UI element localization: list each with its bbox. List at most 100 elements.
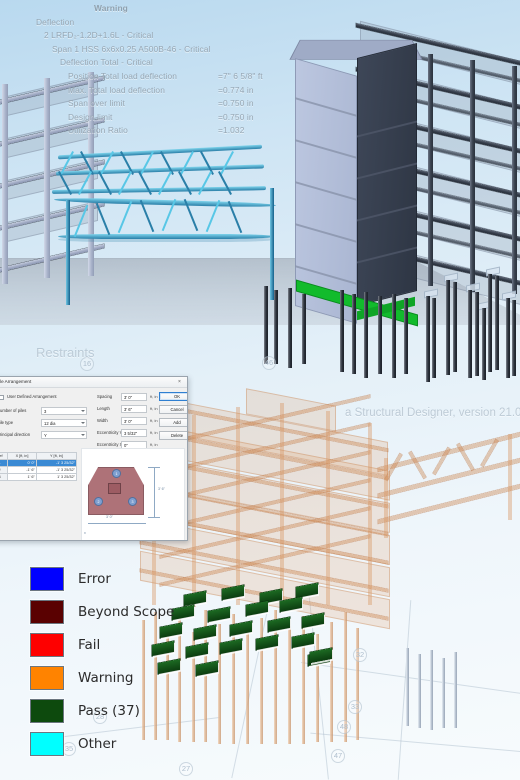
chevron-down-icon[interactable] <box>81 434 85 436</box>
legend-swatch-beyond-scope <box>30 600 64 624</box>
eccentricity-x-label: Eccentricity X <box>97 442 123 447</box>
pass-pile-caps <box>152 582 340 685</box>
dimension-tick <box>148 467 160 468</box>
warning-row-label: Utilization Ratio <box>68 125 128 136</box>
warning-row-label: Max. Total load deflection <box>68 84 165 95</box>
legend-label-pass: Pass (37) <box>78 703 140 719</box>
watermark-restraints: Restraints <box>36 345 95 360</box>
grid-bubble: 27 <box>179 762 193 776</box>
legend-swatch-warning <box>30 666 64 690</box>
pile-type-label: Pile type <box>0 420 14 425</box>
width-unit: ft, in <box>150 418 158 423</box>
legend-label-fail: Fail <box>78 637 101 653</box>
legend-swatch-pass <box>30 699 64 723</box>
results-legend: Error Beyond Scope Fail Warning Pass (37… <box>30 566 174 764</box>
cancel-button[interactable]: Cancel <box>159 405 187 414</box>
table-row[interactable]: 2 -1' 6" -1' 3 25/32" <box>0 466 78 474</box>
warning-row-value: =7" 6 5/8" ft <box>218 71 263 82</box>
table-header-row: Ref X [ft, in] Y [ft, in] <box>0 452 78 460</box>
legend-item[interactable]: Other <box>30 731 174 757</box>
pile-marker[interactable]: 3 <box>128 497 137 506</box>
chevron-down-icon[interactable] <box>81 410 85 412</box>
pile-group-under-core <box>336 290 416 400</box>
width-label: Width <box>97 418 108 423</box>
warning-combination: 2 LRFD₂-1.2D+1.6L - Critical <box>44 30 154 41</box>
spacing-input[interactable]: 3' 0" <box>121 393 147 401</box>
spacing-unit: ft, in <box>150 394 158 399</box>
grid-bubble: 48 <box>337 720 351 734</box>
pile-group-right <box>420 262 520 382</box>
eccentricity-y-label: Eccentricity Y <box>97 430 123 435</box>
legend-swatch-fail <box>30 633 64 657</box>
model-truss-canopy[interactable] <box>40 138 320 308</box>
dialog-title-bar[interactable]: Pile Arrangement × <box>0 377 187 388</box>
ok-button[interactable]: OK <box>159 392 187 401</box>
pile-marker[interactable]: 1 <box>112 469 121 478</box>
warning-heading: Deflection <box>36 16 75 27</box>
legend-label-error: Error <box>78 571 111 587</box>
legend-item[interactable]: Error <box>30 566 174 592</box>
table-row[interactable]: 3 1' 6" 1' 3 25/32" <box>0 473 78 481</box>
pile-shafts-right <box>404 648 460 758</box>
pile-arrangement-dialog[interactable]: Pile Arrangement × User Defined Arrangem… <box>0 376 188 541</box>
warning-row-value: =1.032 <box>218 125 245 136</box>
principal-direction-label: Principal direction <box>0 432 31 437</box>
chevron-down-icon[interactable] <box>81 422 85 424</box>
warning-title: Warning <box>94 3 128 13</box>
table-row[interactable]: 1 0' 0" -1' 3 25/32" <box>0 459 78 467</box>
pile-group-center <box>258 286 318 386</box>
legend-swatch-error <box>30 567 64 591</box>
legend-label-beyond-scope: Beyond Scope <box>78 604 175 620</box>
eccentricity-y-unit: ft, in <box>150 430 158 435</box>
col-ref: Ref <box>0 452 9 460</box>
delete-button[interactable]: Delete <box>159 431 187 440</box>
dimension-vertical-label: 3' 6" <box>158 487 165 491</box>
pile-type-combo[interactable]: 12 dia <box>41 419 87 427</box>
width-input[interactable]: 3' 0" <box>121 417 147 425</box>
axis-label: x <box>84 531 86 535</box>
legend-item[interactable]: Warning <box>30 665 174 691</box>
warning-row-label: Design limit <box>68 111 113 122</box>
dimension-line-h <box>88 523 146 524</box>
grid-bubble: 47 <box>331 749 345 763</box>
legend-label-warning: Warning <box>78 670 134 686</box>
viewport-3d[interactable]: 32334847283527461614 Restraints a Struct… <box>0 0 520 780</box>
warning-row-value: =0.750 in <box>218 98 254 109</box>
principal-direction-combo[interactable]: Y <box>41 431 87 439</box>
warning-panel: Warning Deflection 2 LRFD₂-1.2D+1.6L - C… <box>36 2 296 138</box>
spacing-label: Spacing <box>97 394 113 399</box>
warning-row-label: Position Total load deflection <box>68 71 177 82</box>
column-footprint <box>108 483 121 494</box>
add-button[interactable]: Add <box>159 418 187 427</box>
legend-label-other: Other <box>78 736 117 752</box>
pile-coordinates-table[interactable]: Ref X [ft, in] Y [ft, in] 1 0' 0" -1' 3 … <box>0 452 78 481</box>
dimension-horizontal-label: 3' 0" <box>106 515 113 519</box>
close-icon[interactable]: × <box>176 379 183 386</box>
eccentricity-y-input[interactable]: 3 5/32" <box>121 429 147 437</box>
col-x: X [ft, in] <box>7 452 37 460</box>
model-canopy-orange <box>378 432 520 542</box>
number-of-piles-combo[interactable]: 3 <box>41 407 87 415</box>
user-defined-label: User Defined Arrangement <box>7 394 57 399</box>
grid-bubble: 32 <box>353 648 367 662</box>
warning-row-value: =0.750 in <box>218 111 254 122</box>
col-y: Y [ft, in] <box>35 452 78 460</box>
eccentricity-x-unit: ft, in <box>150 442 158 447</box>
user-defined-checkbox[interactable] <box>0 395 4 400</box>
length-label: Length <box>97 406 110 411</box>
watermark-version: a Structural Designer, version 21.0 <box>345 407 520 419</box>
legend-item[interactable]: Beyond Scope <box>30 599 174 625</box>
dimension-line-v <box>154 467 155 517</box>
legend-swatch-other <box>30 732 64 756</box>
warning-member: Span 1 HSS 6x6x0.25 A500B-46 - Critical <box>52 43 211 54</box>
dimension-tick <box>148 517 160 518</box>
length-unit: ft, in <box>150 406 158 411</box>
warning-row-value: =0.774 in <box>218 84 254 95</box>
legend-item[interactable]: Fail <box>30 632 174 658</box>
pile-cap-sketch[interactable]: 1 2 3 3' 6" 3' 0" x <box>81 448 185 540</box>
pile-marker[interactable]: 2 <box>94 497 103 506</box>
length-input[interactable]: 3' 6" <box>121 405 147 413</box>
dialog-title: Pile Arrangement <box>0 379 32 384</box>
warning-row-label: Span over limit <box>68 98 125 109</box>
legend-item[interactable]: Pass (37) <box>30 698 174 724</box>
